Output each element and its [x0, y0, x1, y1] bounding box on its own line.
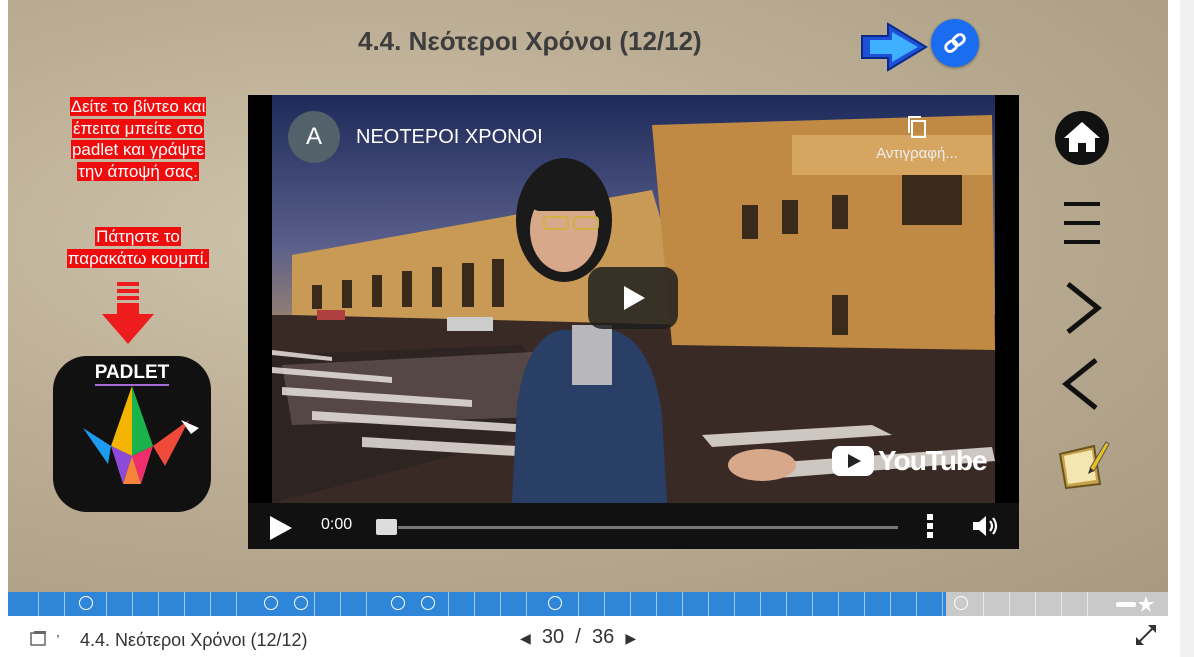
padlet-logo-icon: [83, 386, 199, 484]
video-controls: 0:00: [248, 503, 1019, 549]
play-icon[interactable]: [268, 515, 294, 541]
home-icon[interactable]: [1054, 110, 1110, 166]
prev-icon[interactable]: [1054, 356, 1110, 412]
total-pages: 36: [591, 626, 615, 648]
link-icon: [944, 33, 966, 53]
big-play-button[interactable]: [588, 267, 678, 329]
slide-canvas: 4.4. Νεότεροι Χρόνοι (12/12) Δείτε το βί…: [8, 0, 1168, 592]
instruction-press-text: Πάτηστε το παρακάτω κουμπί.: [66, 227, 210, 268]
video-time: 0:00: [321, 516, 353, 533]
youtube-icon: [832, 446, 874, 476]
blue-arrow-icon: [861, 22, 928, 72]
seek-bar[interactable]: [398, 526, 898, 529]
video-title[interactable]: ΝΕΟΤΕΡΟΙ ΧΡΟΝΟΙ: [356, 126, 543, 149]
video-channel-header[interactable]: A ΝΕΟΤΕΡΟΙ ΧΡΟΝΟΙ: [288, 111, 543, 163]
current-page: 30: [541, 626, 565, 648]
progress-marker[interactable]: [79, 596, 93, 610]
youtube-player[interactable]: A ΝΕΟΤΕΡΟΙ ΧΡΟΝΟΙ Αντιγραφή... YouTube 0…: [248, 95, 1019, 549]
youtube-label: YouTube: [878, 445, 988, 476]
progress-marker[interactable]: [421, 596, 435, 610]
progress-bar[interactable]: [8, 592, 1168, 616]
footer-title: 4.4. Νεότεροι Χρόνοι (12/12): [80, 630, 308, 650]
copy-icon: [908, 116, 926, 138]
progress-marker[interactable]: [264, 596, 278, 610]
bottom-bar: 4.4. Νεότεροι Χρόνοι (12/12) ◀ 30 / 36 ▶: [0, 616, 1180, 657]
progress-marker[interactable]: [294, 596, 308, 610]
next-page-button[interactable]: ▶: [625, 630, 636, 646]
more-options-icon[interactable]: [926, 514, 934, 538]
progress-marker[interactable]: [391, 596, 405, 610]
seek-handle[interactable]: [376, 519, 397, 535]
prev-page-button[interactable]: ◀: [520, 630, 531, 646]
page-separator: /: [575, 626, 581, 648]
star-icon[interactable]: [1116, 596, 1154, 612]
volume-icon[interactable]: [971, 514, 1001, 538]
pager: ◀ 30 / 36 ▶: [520, 626, 636, 649]
copy-link-button[interactable]: Αντιγραφή...: [862, 115, 972, 162]
slide-title: 4.4. Νεότεροι Χρόνοι (12/12): [358, 26, 702, 56]
fullscreen-icon[interactable]: [1135, 624, 1157, 646]
notes-icon[interactable]: [1054, 438, 1110, 492]
video-frame[interactable]: A ΝΕΟΤΕΡΟΙ ΧΡΟΝΟΙ Αντιγραφή... YouTube: [272, 95, 995, 503]
next-icon[interactable]: [1054, 280, 1110, 336]
page-scrollbar[interactable]: [1180, 0, 1194, 657]
menu-icon[interactable]: [1054, 198, 1110, 248]
link-button[interactable]: [931, 19, 979, 67]
progress-marker[interactable]: [548, 596, 562, 610]
youtube-logo[interactable]: YouTube: [832, 445, 988, 477]
copy-label: Αντιγραφή...: [876, 145, 958, 162]
padlet-button[interactable]: PADLET: [53, 356, 211, 512]
instruction-text: Δείτε το βίντεο και έπειτα μπείτε στο pa…: [69, 97, 207, 181]
book-icon[interactable]: [30, 631, 64, 647]
progress-marker[interactable]: [954, 596, 968, 610]
play-icon: [624, 286, 645, 310]
channel-avatar[interactable]: A: [288, 111, 340, 163]
red-down-arrow-icon: [102, 282, 154, 344]
